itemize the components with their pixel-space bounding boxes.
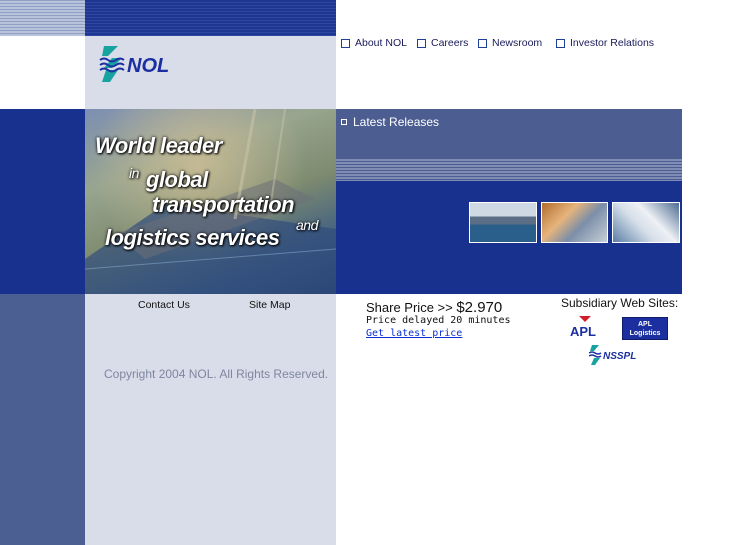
hero-line-3b: and — [296, 217, 318, 233]
apl-logo-link[interactable]: APL — [569, 316, 601, 339]
copyright-text: Copyright 2004 NOL. All Rights Reserved. — [104, 367, 329, 381]
thumbnail-card[interactable] — [612, 202, 680, 243]
nsspl-logo-link[interactable]: NSSPL — [588, 344, 647, 366]
svg-text:NOL: NOL — [127, 55, 169, 77]
apl-logo-icon: APL — [570, 316, 596, 339]
apl-logistics-line2: Logistics — [629, 330, 661, 337]
latest-releases-link[interactable]: Latest Releases — [341, 115, 439, 129]
latest-releases-label: Latest Releases — [353, 115, 440, 129]
nav-newsroom-label: Newsroom — [492, 37, 543, 49]
center-stripe-band — [85, 0, 336, 36]
checkbox-icon — [417, 38, 426, 48]
hero-line-3: transportation — [152, 192, 295, 217]
thumbnail-workers[interactable] — [541, 202, 608, 243]
hero-banner: World leader in global transportation an… — [85, 109, 336, 294]
nav-about[interactable]: About NOL — [341, 37, 407, 49]
thumbnail-ship[interactable] — [469, 202, 537, 243]
nav-careers-label: Careers — [431, 37, 469, 49]
share-delay-note: Price delayed 20 minutes — [366, 315, 511, 326]
bullet-icon — [341, 119, 347, 125]
hero-line-2b: global — [146, 167, 208, 192]
nav-investor-relations[interactable]: Investor Relations — [556, 37, 654, 49]
site-map-link[interactable]: Site Map — [249, 299, 290, 311]
get-latest-price-link[interactable]: Get latest price — [366, 328, 462, 339]
releases-stripes — [336, 158, 682, 181]
apl-logistics-logo-link[interactable]: APL Logistics — [622, 317, 668, 340]
nav-about-label: About NOL — [355, 37, 407, 49]
checkbox-icon — [478, 38, 487, 48]
nav-investor-label: Investor Relations — [570, 37, 655, 49]
nol-logo[interactable]: NOL — [98, 44, 194, 86]
contact-us-link[interactable]: Contact Us — [138, 299, 190, 311]
share-price-value: $2.970 — [456, 299, 503, 316]
svg-text:APL: APL — [570, 324, 596, 338]
wave-logo-icon: NOL — [99, 46, 169, 82]
hero-line-4: logistics services — [105, 225, 280, 250]
hero-line-1: World leader — [95, 133, 222, 158]
checkbox-icon — [341, 38, 350, 48]
subsidiary-title: Subsidiary Web Sites: — [561, 296, 679, 310]
svg-text:NSSPL: NSSPL — [603, 351, 636, 362]
nsspl-logo-icon: NSSPL — [588, 345, 636, 365]
left-blue-band — [0, 109, 85, 294]
checkbox-icon — [556, 38, 565, 48]
share-price-row: Share Price >> $2.970 — [366, 299, 502, 316]
left-slate-band — [0, 294, 85, 545]
hero-line-2a: in — [129, 165, 139, 181]
left-stripe-band — [0, 0, 85, 36]
share-price-label: Share Price >> — [366, 300, 453, 315]
nav-newsroom[interactable]: Newsroom — [478, 37, 542, 49]
nav-careers[interactable]: Careers — [417, 37, 468, 49]
apl-logistics-line1: APL — [638, 321, 652, 328]
apl-logistics-logo-icon: APL Logistics — [623, 318, 667, 338]
center-lower-panel — [85, 294, 336, 545]
